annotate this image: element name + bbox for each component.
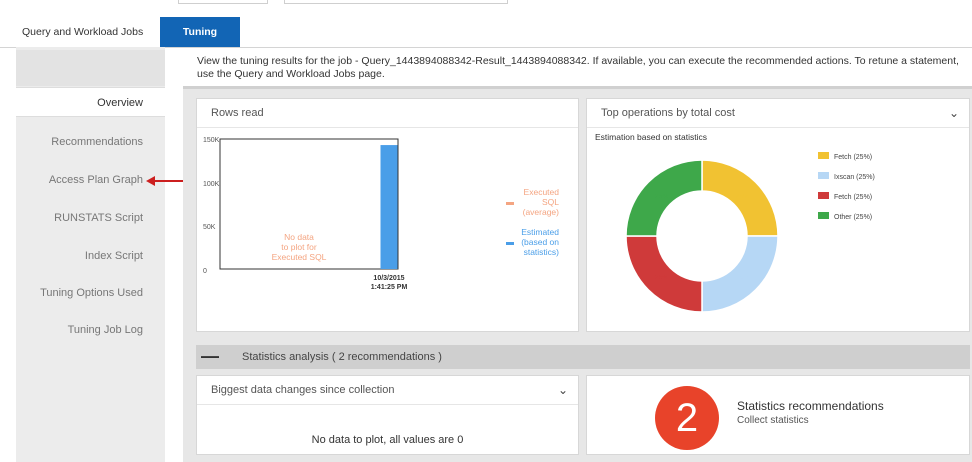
sidebar-item-tuning-job-log[interactable]: Tuning Job Log	[16, 315, 165, 345]
top-operations-title: Top operations by total cost	[601, 107, 735, 119]
sidebar-item-tuning-options-used[interactable]: Tuning Options Used	[16, 278, 165, 308]
tab-tuning-results[interactable]: Tuning Results	[160, 17, 240, 68]
donut-pct-label: 25%	[735, 274, 749, 281]
biggest-data-changes-panel: Biggest data changes since collection ⌄ …	[196, 375, 579, 455]
biggest-data-changes-title: Biggest data changes since collection	[211, 384, 395, 396]
sidebar-item-overview[interactable]: Overview	[16, 87, 165, 117]
legend-swatch	[818, 192, 829, 199]
sidebar-header	[16, 50, 165, 86]
legend-swatch	[818, 212, 829, 219]
biggest-data-changes-header: Biggest data changes since collection ⌄	[197, 376, 578, 405]
sidebar-item-index-script[interactable]: Index Script	[16, 241, 165, 271]
sidebar: Overview Recommendations Access Plan Gra…	[16, 47, 165, 462]
donut-pct-label: 25%	[655, 194, 669, 201]
recommendation-subtitle: Collect statistics	[737, 415, 809, 426]
legend-swatch	[818, 152, 829, 159]
sidebar-item-runstats-script[interactable]: RUNSTATS Script	[16, 203, 165, 233]
rows-read-chart: 150K 100K 50K 0 10/3/2015 1:41:25 PM No d…	[203, 137, 560, 291]
sidebar-item-access-plan-graph[interactable]: Access Plan Graph	[16, 165, 165, 195]
tab-bar: Query and Workload Jobs Tuning Results	[0, 17, 972, 68]
statistics-recommendations-panel: 2 Statistics recommendations Collect sta…	[586, 375, 970, 455]
top-operations-chart: Estimation based on statistics 25% 25% 25%…	[595, 132, 875, 313]
tab-query-workload-jobs[interactable]: Query and Workload Jobs	[16, 17, 152, 47]
top-operations-panel: Top operations by total cost ⌄ Estimatio…	[586, 98, 970, 332]
sidebar-item-recommendations[interactable]: Recommendations	[16, 127, 165, 157]
y-tick-label: 0	[203, 268, 207, 275]
recommendation-count-badge: 2	[655, 386, 719, 450]
rows-read-title: Rows read	[197, 99, 578, 128]
x-tick-label: 10/3/2015 1:41:25 PM	[371, 275, 408, 291]
donut-pct-label: 25%	[655, 274, 669, 281]
collapse-toggle[interactable]: —	[196, 345, 224, 369]
statistics-analysis-bar: — Statistics analysis ( 2 recommendation…	[196, 345, 970, 369]
top-strip	[0, 0, 972, 6]
y-tick-label: 150K	[203, 137, 220, 144]
legend-swatch	[818, 172, 829, 179]
legend-label: Fetch (25%)	[834, 194, 872, 201]
legend-label: Ixscan (25%)	[834, 174, 875, 181]
statistics-analysis-title: Statistics analysis ( 2 recommendations …	[242, 351, 442, 363]
chart-subtitle: Estimation based on statistics	[595, 132, 707, 142]
recommendation-title: Statistics recommendations	[737, 399, 884, 413]
legend-swatch-estimated	[506, 242, 514, 245]
bar-estimated[interactable]	[380, 145, 398, 269]
chevron-down-icon[interactable]: ⌄	[558, 376, 568, 404]
legend-swatch-executed	[506, 202, 514, 205]
content-area: Rows read 150K 100K 50K 0 10/3/2015 1:41:…	[183, 86, 972, 462]
top-operations-header: Top operations by total cost ⌄	[587, 99, 969, 128]
chevron-down-icon[interactable]: ⌄	[949, 99, 959, 127]
y-tick-label: 100K	[203, 181, 220, 188]
legend-label-executed: Executed SQL (average)	[523, 187, 560, 217]
rows-read-panel: Rows read 150K 100K 50K 0 10/3/2015 1:41:…	[196, 98, 579, 332]
donut-pct-label: 25%	[735, 194, 749, 201]
main-area: View the tuning results for the job - Qu…	[175, 47, 972, 462]
no-data-message: No data to plot, all values are 0	[311, 434, 464, 446]
legend-label: Fetch (25%)	[834, 154, 872, 161]
job-description: View the tuning results for the job - Qu…	[197, 55, 959, 80]
y-tick-label: 50K	[203, 224, 216, 231]
legend-label-estimated: Estimated (based on statistics)	[521, 227, 559, 257]
legend-label: Other (25%)	[834, 214, 872, 221]
